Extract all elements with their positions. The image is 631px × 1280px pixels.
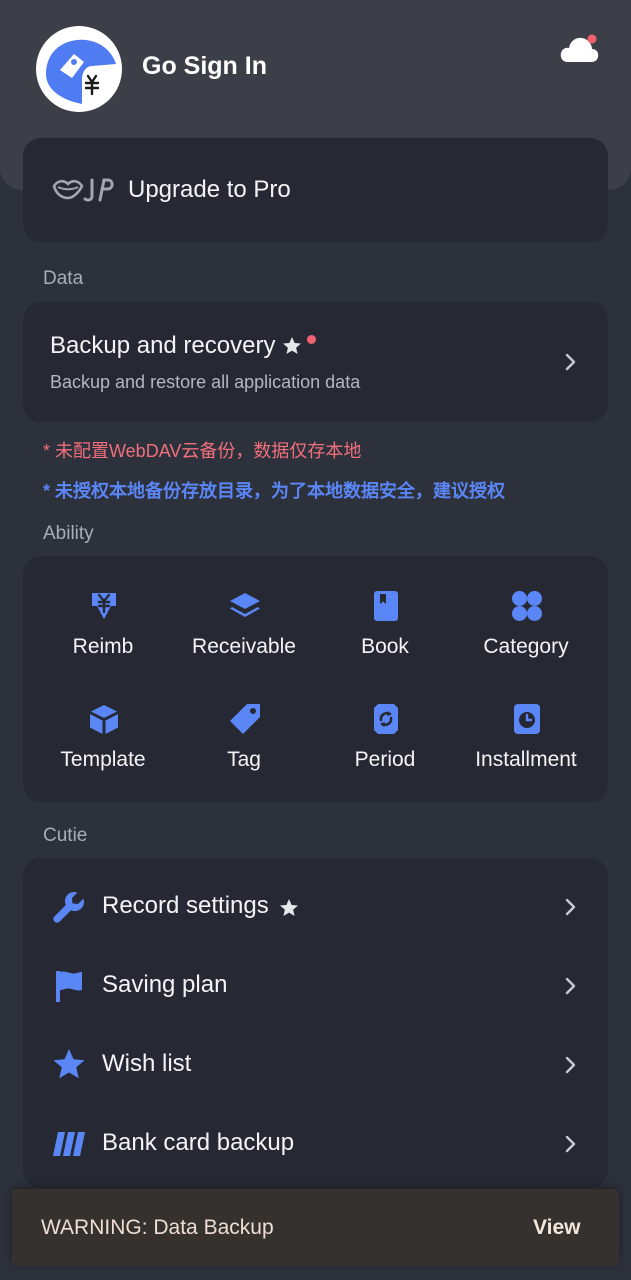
yen-down-icon (92, 593, 116, 619)
star-icon (53, 1049, 85, 1079)
four-circles-icon (512, 591, 542, 621)
cube-icon (90, 705, 118, 734)
snackbar-view-button[interactable]: View (533, 1216, 580, 1240)
chevron-right-icon (565, 977, 576, 995)
backup-recovery-title: Backup and recovery (50, 332, 276, 359)
snackbar-message: WARNING: Data Backup (41, 1216, 274, 1239)
card-stack-icon (53, 1132, 85, 1156)
list-item-bank-card-backup[interactable]: Bank card backup (23, 1105, 608, 1184)
backup-recovery-subtitle: Backup and restore all application data (50, 372, 361, 392)
ability-item-installment[interactable]: Installment (456, 703, 596, 795)
list-label-bank-card-backup: Bank card backup (102, 1129, 295, 1156)
avatar[interactable] (36, 26, 122, 112)
ability-item-template[interactable]: Template (33, 703, 173, 795)
section-title-ability: Ability (43, 523, 94, 544)
ability-item-tag[interactable]: Tag (174, 703, 314, 795)
backup-recovery-item[interactable]: Backup and recovery Backup and restore a… (23, 302, 608, 422)
wrench-icon (53, 892, 84, 923)
section-title-cutie: Cutie (43, 825, 88, 846)
ability-item-reimb[interactable]: Reimb (33, 590, 173, 682)
vip-lips-logo-icon (52, 178, 114, 202)
list-item-saving-plan[interactable]: Saving plan (23, 947, 608, 1026)
bird-yen-logo-icon (46, 39, 116, 104)
ability-label-category: Category (483, 635, 569, 658)
book-icon (374, 591, 398, 621)
cutie-list: Record settings Saving plan Wish list Ba… (23, 858, 608, 1188)
clock-page-icon (514, 704, 540, 734)
webdav-warning-text: * 未配置WebDAV云备份，数据仅存本地 (43, 441, 362, 461)
chevron-right-icon (565, 898, 576, 916)
ability-label-reimb: Reimb (72, 635, 134, 658)
ability-label-receivable: Receivable (192, 635, 296, 658)
section-title-data: Data (43, 268, 84, 289)
list-item-record-settings[interactable]: Record settings (23, 868, 608, 947)
star-badge-icon (280, 899, 298, 916)
ability-item-book[interactable]: Book (315, 590, 455, 682)
ability-item-period[interactable]: Period (315, 703, 455, 795)
ability-label-template: Template (60, 748, 146, 771)
cloud-icon[interactable] (558, 32, 600, 66)
layers-icon (230, 593, 260, 617)
flag-icon (56, 971, 82, 1002)
sign-in-title[interactable]: Go Sign In (142, 52, 267, 81)
tag-icon (230, 704, 260, 734)
ability-item-category[interactable]: Category (456, 590, 596, 682)
ability-label-tag: Tag (227, 748, 261, 771)
star-badge-icon (283, 337, 301, 354)
chevron-right-icon (565, 1135, 576, 1153)
warning-snackbar: WARNING: Data Backup View (12, 1189, 619, 1266)
chevron-right-icon (565, 1056, 576, 1074)
new-badge-dot (307, 335, 316, 344)
list-label-record-settings: Record settings (102, 892, 269, 919)
list-label-wish-list: Wish list (102, 1050, 192, 1077)
ability-label-installment: Installment (475, 748, 577, 771)
upgrade-pro-card[interactable]: Upgrade to Pro (23, 138, 608, 242)
list-label-saving-plan: Saving plan (102, 971, 228, 998)
ability-grid: Reimb Receivable Book Category Template (23, 556, 608, 802)
period-refresh-icon (374, 704, 398, 734)
chevron-right-icon (565, 353, 576, 371)
upgrade-pro-label: Upgrade to Pro (128, 176, 291, 203)
ability-item-receivable[interactable]: Receivable (174, 590, 314, 682)
ability-label-book: Book (361, 635, 409, 658)
ability-label-period: Period (354, 748, 416, 771)
local-backup-notice-link[interactable]: * 未授权本地备份存放目录，为了本地数据安全，建议授权 (43, 477, 505, 503)
list-item-wish-list[interactable]: Wish list (23, 1026, 608, 1105)
